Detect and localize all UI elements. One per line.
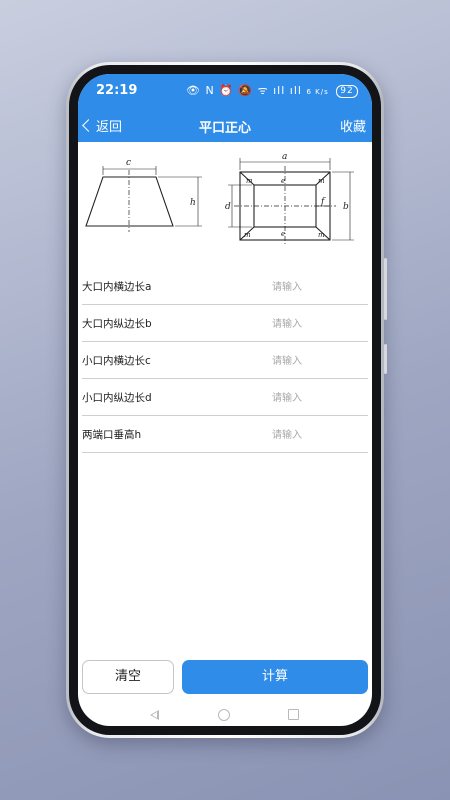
clear-button[interactable]: 清空 [82, 660, 174, 694]
status-bar: 22:19 👁 N ⏰ 🔕 ᯤ ıll ıll 6 K/s 92 [78, 74, 372, 110]
calculate-button[interactable]: 计算 [182, 660, 368, 694]
field-label-d: 小口内纵边长d [82, 392, 152, 404]
field-label-c: 小口内横边长c [82, 355, 151, 367]
status-icons: 👁 N ⏰ 🔕 ᯤ ıll ıll 6 K/s 92 [186, 83, 358, 98]
volume-button [384, 258, 387, 320]
label-h-side: h [190, 198, 196, 208]
label-e-bottom: e [281, 230, 285, 238]
field-input-a[interactable] [270, 276, 364, 298]
status-icon-glyphs: 👁 N ⏰ 🔕 ᯤ ıll ıll [186, 84, 302, 97]
label-m-br: m [318, 231, 325, 239]
field-label-b: 大口内纵边长b [82, 318, 152, 330]
nav-back-icon-inner [152, 712, 157, 718]
field-row-h: 两端口垂高h [82, 416, 368, 453]
power-button [384, 344, 387, 374]
favorite-button[interactable]: 收藏 [340, 116, 366, 135]
label-d: d [225, 202, 231, 212]
field-row-d: 小口内纵边长d [82, 379, 368, 416]
field-input-c[interactable] [270, 350, 364, 372]
battery-level: 92 [340, 86, 354, 96]
field-input-d[interactable] [270, 387, 364, 409]
phone-frame: 22:19 👁 N ⏰ 🔕 ᯤ ıll ıll 6 K/s 92 返回 平口正心… [66, 62, 387, 738]
battery-icon: 92 [336, 85, 358, 98]
field-row-b: 大口内纵边长b [82, 305, 368, 342]
label-m-bl: m [244, 231, 251, 239]
page-title: 平口正心 [198, 121, 251, 136]
network-speed: 6 K/s [306, 88, 329, 96]
app-header: 返回 平口正心 收藏 [78, 110, 372, 142]
field-label-h: 两端口垂高h [82, 429, 142, 441]
label-a: a [282, 152, 287, 162]
geometry-diagram: c h a b d f e e m m m m [85, 152, 354, 246]
field-input-h[interactable] [270, 424, 364, 446]
label-m-tl: m [246, 177, 253, 185]
input-form: 大口内横边长a 大口内纵边长b 小口内横边长c 小口内纵边长d 两端口垂高h [82, 268, 368, 453]
screen: 22:19 👁 N ⏰ 🔕 ᯤ ıll ıll 6 K/s 92 返回 平口正心… [78, 74, 372, 726]
status-time: 22:19 [96, 83, 138, 98]
label-c: c [126, 158, 131, 168]
label-e-top: e [281, 177, 285, 185]
label-b: b [343, 202, 349, 212]
field-row-c: 小口内横边长c [82, 342, 368, 379]
label-f: f [320, 197, 326, 207]
field-label-a: 大口内横边长a [82, 281, 152, 293]
nav-home-icon[interactable] [218, 709, 230, 721]
trapezoid-side-view [85, 176, 174, 227]
system-nav-bar [78, 708, 372, 726]
field-input-b[interactable] [270, 313, 364, 335]
label-m-tr: m [318, 177, 325, 185]
nav-recents-icon[interactable] [288, 709, 299, 720]
field-row-a: 大口内横边长a [82, 268, 368, 305]
